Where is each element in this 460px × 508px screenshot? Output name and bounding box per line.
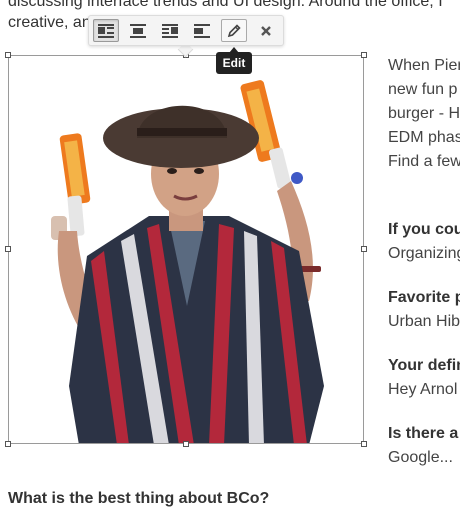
question-heading: If you cou xyxy=(388,221,460,238)
article-text-line: new fun p xyxy=(388,81,458,98)
image-toolbar xyxy=(88,15,284,46)
article-text-line: Find a few xyxy=(388,153,460,170)
resize-handle-bottom-left[interactable] xyxy=(5,441,11,447)
question-heading: What is the best thing about BCo? xyxy=(8,490,270,507)
remove-button[interactable] xyxy=(253,19,279,42)
selected-image[interactable] xyxy=(8,55,364,444)
answer-text: Urban Hib xyxy=(388,313,460,330)
align-none-icon xyxy=(194,23,210,38)
align-right-button[interactable] xyxy=(157,19,183,42)
answer-text: Hey Arnol xyxy=(388,381,458,398)
hat xyxy=(103,105,259,168)
left-blaster xyxy=(51,133,91,240)
resize-handle-right[interactable] xyxy=(361,246,367,252)
portrait-photo xyxy=(51,80,324,443)
article-text-line: When Pier xyxy=(388,57,460,74)
article-text-line: EDM phas xyxy=(388,129,460,146)
article-text-line: burger - H xyxy=(388,105,460,122)
resize-handle-bottom-right[interactable] xyxy=(361,441,367,447)
question-heading: Your defin xyxy=(388,357,460,374)
poncho xyxy=(69,216,324,443)
resize-handle-left[interactable] xyxy=(5,246,11,252)
close-icon xyxy=(261,25,271,36)
resize-handle-top-right[interactable] xyxy=(361,52,367,58)
align-center-button[interactable] xyxy=(125,19,151,42)
edit-button[interactable] xyxy=(221,19,247,42)
answer-text: Organizing xyxy=(388,245,460,262)
intro-text-line: discussing interface trends and UI desig… xyxy=(8,0,443,10)
edit-tooltip: Edit xyxy=(216,52,252,74)
align-left-button[interactable] xyxy=(93,19,119,42)
question-heading: Is there a xyxy=(388,425,459,442)
resize-handle-top-left[interactable] xyxy=(5,52,11,58)
question-heading: Favorite p xyxy=(388,289,460,306)
pencil-icon xyxy=(227,23,241,37)
article-right-column: When Pier new fun p burger - H EDM phas … xyxy=(388,0,460,505)
answer-text: Google... xyxy=(388,449,453,466)
resize-handle-bottom[interactable] xyxy=(183,441,189,447)
align-center-icon xyxy=(130,23,146,38)
align-right-icon xyxy=(162,23,178,38)
align-left-icon xyxy=(98,23,114,38)
align-none-button[interactable] xyxy=(189,19,215,42)
